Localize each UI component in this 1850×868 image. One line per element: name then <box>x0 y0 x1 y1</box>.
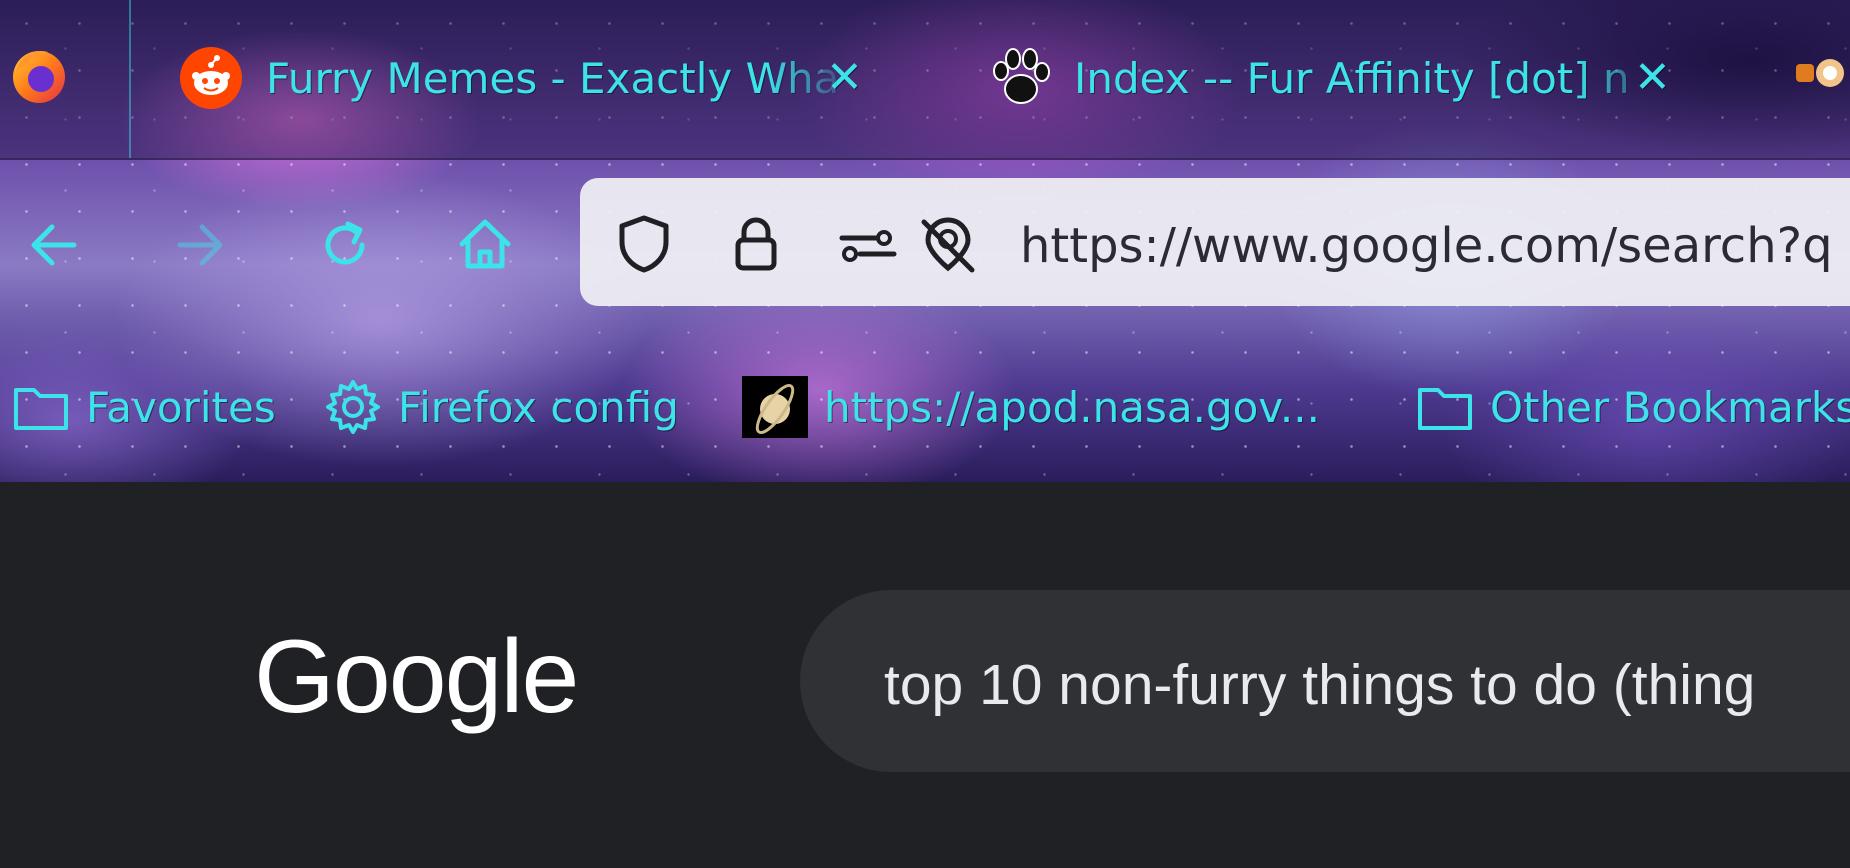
back-arrow-icon[interactable] <box>22 212 88 278</box>
reddit-icon <box>180 47 242 109</box>
folder-icon <box>14 388 68 430</box>
paw-print-icon <box>993 48 1050 104</box>
search-input[interactable]: top 10 non-furry things to do (thing <box>884 652 1755 718</box>
browser-chrome: Furry Memes - Exactly Wha ✕ Index -- Fur… <box>0 0 1850 482</box>
url-text[interactable]: https://www.google.com/search?q <box>1020 218 1833 274</box>
bookmark-label: Firefox config <box>398 382 679 432</box>
bookmark-label: Other Bookmarks <box>1490 382 1850 432</box>
google-results-page: Google top 10 non-furry things to do (th… <box>0 482 1850 868</box>
tab-furry-memes[interactable]: Furry Memes - Exactly Wha ✕ <box>178 32 898 124</box>
next-tab-favicon[interactable] <box>1792 50 1850 96</box>
bookmark-other-bookmarks[interactable]: Other Bookmarks <box>1414 374 1850 440</box>
tab-favicon-icon <box>1796 59 1844 87</box>
tab-title: Furry Memes - Exactly Wha <box>266 53 840 103</box>
reload-icon[interactable] <box>312 212 378 278</box>
bookmark-favorites[interactable]: Favorites <box>10 374 276 440</box>
shield-icon[interactable] <box>612 212 676 276</box>
tab-separator <box>129 0 131 158</box>
bookmark-apod[interactable]: https://apod.nasa.gov... <box>742 374 1320 440</box>
tab-strip-divider <box>0 158 1850 160</box>
firefox-logo-icon[interactable] <box>8 44 70 106</box>
permissions-icon[interactable] <box>836 212 900 276</box>
home-icon[interactable] <box>452 212 518 278</box>
bookmark-label: Favorites <box>86 382 276 432</box>
folder-icon <box>1418 388 1472 430</box>
bookmark-label: https://apod.nasa.gov... <box>824 382 1320 432</box>
google-logo[interactable]: Google <box>254 618 579 737</box>
lock-icon[interactable] <box>724 212 788 276</box>
tab-title: Index -- Fur Affinity [dot] n <box>1074 53 1630 103</box>
tab-fur-affinity[interactable]: Index -- Fur Affinity [dot] n ✕ <box>988 32 1728 124</box>
forward-arrow-icon[interactable] <box>166 212 232 278</box>
gear-icon <box>326 380 380 434</box>
saturn-favicon <box>742 376 808 438</box>
tracking-blocked-icon[interactable] <box>916 212 980 276</box>
bookmark-firefox-config[interactable]: Firefox config <box>322 374 679 440</box>
